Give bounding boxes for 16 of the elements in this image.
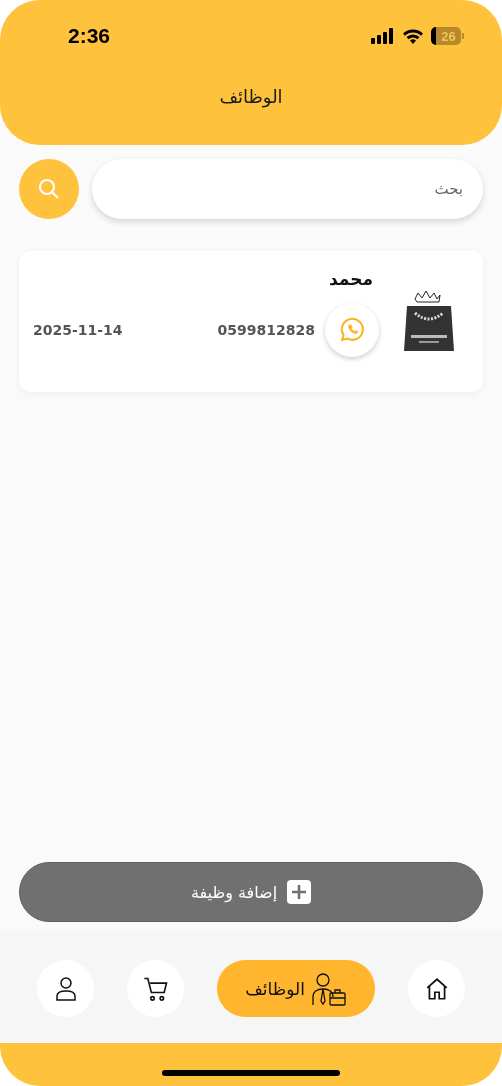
plus-icon bbox=[287, 880, 312, 904]
status-time: 2:36 bbox=[68, 24, 111, 48]
phone-number: 0599812828 bbox=[217, 322, 315, 338]
signal-icon bbox=[371, 28, 395, 44]
job-name: محمد bbox=[329, 269, 373, 289]
nav-tab[interactable]: الوظائف bbox=[217, 960, 375, 1017]
person-icon bbox=[54, 975, 77, 1002]
add-job-button[interactable]: إضافة وظيفة bbox=[19, 862, 483, 922]
whatsapp-icon bbox=[338, 316, 366, 344]
worker-briefcase-icon bbox=[310, 971, 347, 1006]
wifi-icon bbox=[402, 28, 424, 44]
page-title: الوظائف bbox=[218, 86, 284, 107]
search-field[interactable]: بحث bbox=[92, 159, 483, 219]
battery-icon: 26 bbox=[431, 27, 464, 45]
search-icon bbox=[37, 177, 61, 201]
job-date: 2025-11-14 bbox=[33, 322, 123, 338]
